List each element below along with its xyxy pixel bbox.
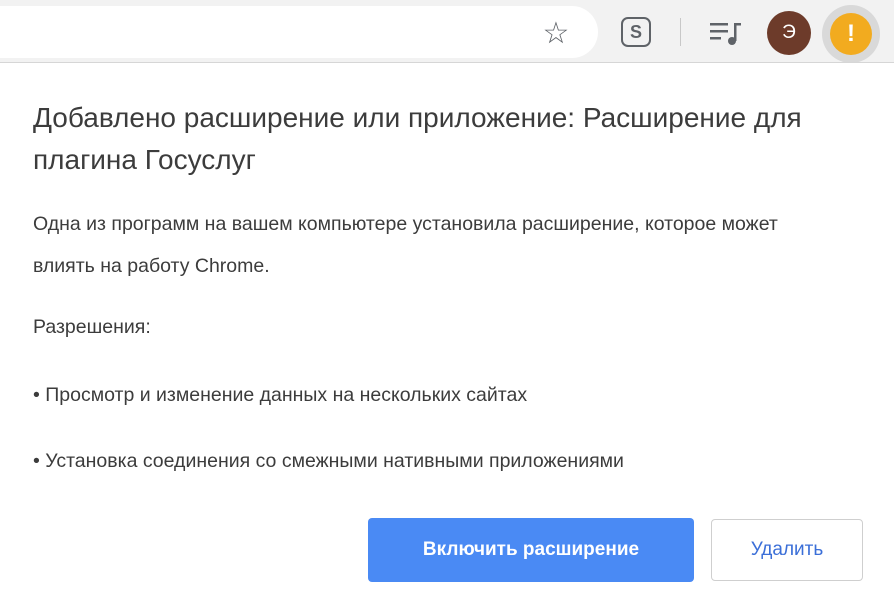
dialog-description: Одна из программ на вашем компьютере уст…: [33, 213, 778, 277]
remove-button[interactable]: Удалить: [711, 519, 863, 581]
address-bar[interactable]: [0, 6, 598, 58]
toolbar-divider: [680, 18, 681, 46]
permission-item: • Установка соединения со смежными натив…: [33, 450, 624, 472]
dialog-title: Добавлено расширение или приложение: Рас…: [33, 102, 802, 175]
alert-icon[interactable]: !: [830, 13, 872, 55]
s-extension-icon[interactable]: S: [621, 17, 651, 47]
permission-item: • Просмотр и изменение данных на несколь…: [33, 384, 528, 406]
media-controls-icon[interactable]: [708, 15, 744, 51]
browser-toolbar: ☆ S Э !: [0, 0, 894, 63]
profile-avatar[interactable]: Э: [767, 11, 811, 55]
permissions-heading: Разрешения:: [33, 316, 151, 338]
star-icon[interactable]: ☆: [536, 13, 576, 53]
extension-added-dialog: Добавлено расширение или приложение: Рас…: [0, 62, 894, 606]
enable-extension-button[interactable]: Включить расширение: [368, 518, 694, 582]
